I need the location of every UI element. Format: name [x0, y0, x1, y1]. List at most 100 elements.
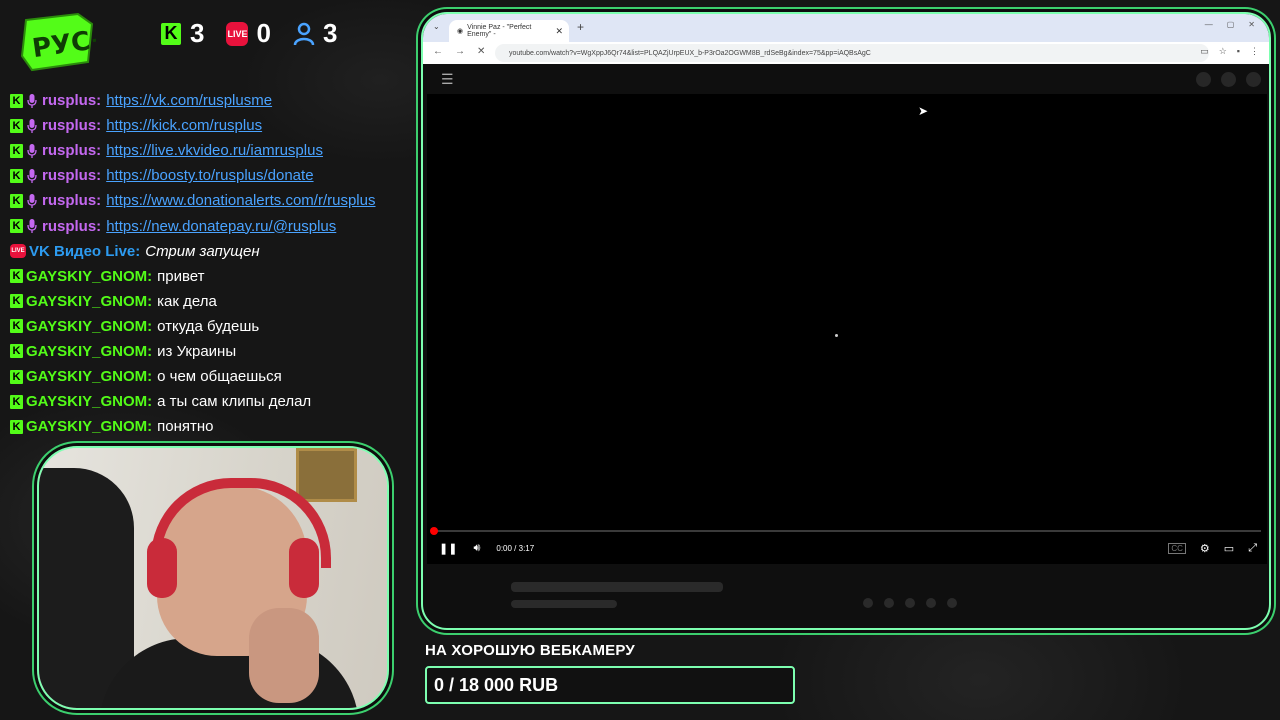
theater-mode-icon[interactable]: ▭ — [1224, 542, 1234, 555]
microphone-icon — [26, 218, 38, 234]
browser-tab[interactable]: ◉ Vinnie Paz - "Perfect Enemy" - ✕ — [449, 20, 569, 42]
chat-message: K GAYSKIY_GNOM: привет — [10, 264, 420, 289]
kick-icon: K — [10, 394, 23, 409]
chat-text: из Украины — [157, 342, 237, 360]
channel-logo: РУС+ — [18, 10, 114, 74]
loading-indicator — [835, 334, 838, 337]
chat-username: rusplus: — [42, 142, 102, 160]
total-viewers-count: 3 — [322, 18, 338, 48]
kick-icon: K — [10, 143, 23, 158]
chat-link[interactable]: https://live.vkvideo.ru/iamrusplus — [106, 142, 323, 159]
header-placeholder-icon — [1221, 72, 1236, 87]
microphone-icon — [26, 193, 38, 209]
mouse-cursor-icon: ➤ — [918, 104, 929, 118]
action-placeholders — [863, 598, 957, 608]
chat-message: K GAYSKIY_GNOM: откуда будешь — [10, 314, 420, 339]
chat-username: rusplus: — [42, 167, 102, 185]
minimize-icon[interactable]: — — [1205, 20, 1213, 29]
chat-text: а ты сам клипы делал — [157, 393, 312, 411]
chat-username: rusplus: — [42, 192, 102, 210]
chat-username: VK Видео Live: — [29, 242, 141, 260]
chat-link[interactable]: https://vk.com/rusplusme — [106, 92, 272, 109]
total-viewers-stat: 3 — [293, 18, 337, 49]
tab-list-icon[interactable]: ⌄ — [433, 22, 440, 31]
back-icon[interactable]: ← — [433, 46, 443, 57]
chat-username: GAYSKIY_GNOM: — [26, 368, 153, 386]
person-icon — [293, 22, 315, 45]
vk-live-icon: LIVE — [226, 21, 249, 46]
time-display: 0:00 / 3:17 — [496, 544, 535, 553]
url-field[interactable]: youtube.com/watch?v=WgXppJ6Qr74&list=PLQ… — [495, 44, 1209, 62]
chat-message: K GAYSKIY_GNOM: о чем общаешься — [10, 364, 420, 389]
extensions-icon[interactable]: ▪ — [1237, 46, 1240, 57]
progress-bar[interactable] — [430, 527, 1261, 535]
cast-icon[interactable]: ▭ — [1200, 46, 1209, 57]
captions-icon[interactable]: CC — [1168, 543, 1186, 554]
volume-icon[interactable]: 🔊︎ — [473, 542, 480, 555]
chat-username: rusplus: — [42, 117, 102, 135]
chat-link[interactable]: https://kick.com/rusplus — [106, 117, 262, 134]
url-text: youtube.com/watch?v=WgXppJ6Qr74&list=PLQ… — [509, 49, 871, 57]
chat-username: GAYSKIY_GNOM: — [26, 267, 153, 285]
kick-icon: K — [10, 93, 23, 108]
close-window-icon[interactable]: ✕ — [1248, 20, 1255, 29]
youtube-header: ☰ — [423, 64, 1269, 94]
kick-icon: K — [10, 193, 23, 208]
chat-link[interactable]: https://new.donatepay.ru/@rusplus — [106, 218, 336, 235]
chat-message: Krusplus: https://live.vkvideo.ru/iamrusp… — [10, 138, 420, 163]
browser-menu-icon[interactable]: ⋮ — [1250, 46, 1259, 57]
title-placeholder — [511, 582, 723, 592]
subtitle-placeholder — [511, 600, 617, 608]
chat-text: о чем общаешься — [157, 368, 282, 386]
kick-icon: K — [10, 344, 23, 359]
chat-message: K GAYSKIY_GNOM: а ты сам клипы делал — [10, 389, 420, 414]
chat-username: GAYSKIY_GNOM: — [26, 342, 153, 360]
chat-message: K GAYSKIY_GNOM: как дела — [10, 289, 420, 314]
webcam-frame — [37, 446, 389, 710]
chat-message: K GAYSKIY_GNOM: из Украины — [10, 339, 420, 364]
bookmark-star-icon[interactable]: ☆ — [1219, 46, 1227, 57]
pause-icon[interactable]: ❚❚ — [439, 542, 457, 555]
kick-icon: K — [10, 168, 23, 183]
chat-text: Стрим запущен — [145, 242, 260, 260]
forward-icon[interactable]: → — [455, 46, 465, 57]
video-player[interactable]: ➤ ❚❚ 🔊︎ 0:00 / 3:17 CC ⚙ ▭ ⤢ — [427, 94, 1267, 564]
vk-live-icon: LIVE — [10, 244, 26, 259]
header-placeholder-icon — [1196, 72, 1211, 87]
new-tab-icon[interactable]: + — [577, 20, 584, 34]
kick-icon: K — [10, 419, 23, 434]
address-bar: ← → ✕ youtube.com/watch?v=WgXppJ6Qr74&li… — [423, 42, 1269, 64]
hamburger-menu-icon[interactable]: ☰ — [441, 71, 454, 88]
goal-title: НА ХОРОШУЮ ВЕБКАМЕРУ — [425, 642, 635, 659]
chat-message: LIVE VK Видео Live: Стрим запущен — [10, 239, 420, 264]
microphone-icon — [26, 143, 38, 159]
chat-message: Krusplus: https://new.donatepay.ru/@ruspl… — [10, 213, 420, 238]
window-controls: — ▢ ✕ — [1205, 20, 1255, 29]
goal-amount: 0 / 18 000 RUB — [434, 674, 559, 695]
chat-text: как дела — [157, 292, 217, 310]
goal-progress-bar: 0 / 18 000 RUB — [425, 666, 795, 704]
kick-icon: K — [10, 269, 23, 284]
chat-message: K GAYSKIY_GNOM: понятно — [10, 414, 420, 439]
progress-scrubber[interactable] — [430, 527, 438, 535]
maximize-icon[interactable]: ▢ — [1227, 20, 1235, 29]
kick-icon: K — [10, 294, 23, 309]
chat-username: rusplus: — [42, 92, 102, 110]
stop-icon[interactable]: ✕ — [477, 46, 485, 57]
kick-icon: K — [10, 319, 23, 334]
chat-username: GAYSKIY_GNOM: — [26, 317, 153, 335]
tab-title: Vinnie Paz - "Perfect Enemy" - — [467, 24, 532, 38]
settings-gear-icon[interactable]: ⚙ — [1200, 542, 1210, 555]
fullscreen-icon[interactable]: ⤢ — [1248, 542, 1257, 555]
chat-link[interactable]: https://www.donationalerts.com/r/rusplus — [106, 192, 375, 209]
kick-viewers-stat: K 3 — [160, 18, 204, 49]
chat-username: GAYSKIY_GNOM: — [26, 292, 153, 310]
chat-message: Krusplus: https://vk.com/rusplusme — [10, 88, 420, 113]
close-tab-icon[interactable]: ✕ — [555, 26, 563, 37]
vk-live-viewers-count: 0 — [256, 18, 271, 48]
microphone-icon — [26, 118, 38, 134]
chat-link[interactable]: https://boosty.to/rusplus/donate — [106, 167, 313, 184]
kick-viewers-count: 3 — [190, 18, 205, 48]
chat-message: Krusplus: https://boosty.to/rusplus/donat… — [10, 163, 420, 188]
kick-icon: K — [10, 369, 23, 384]
